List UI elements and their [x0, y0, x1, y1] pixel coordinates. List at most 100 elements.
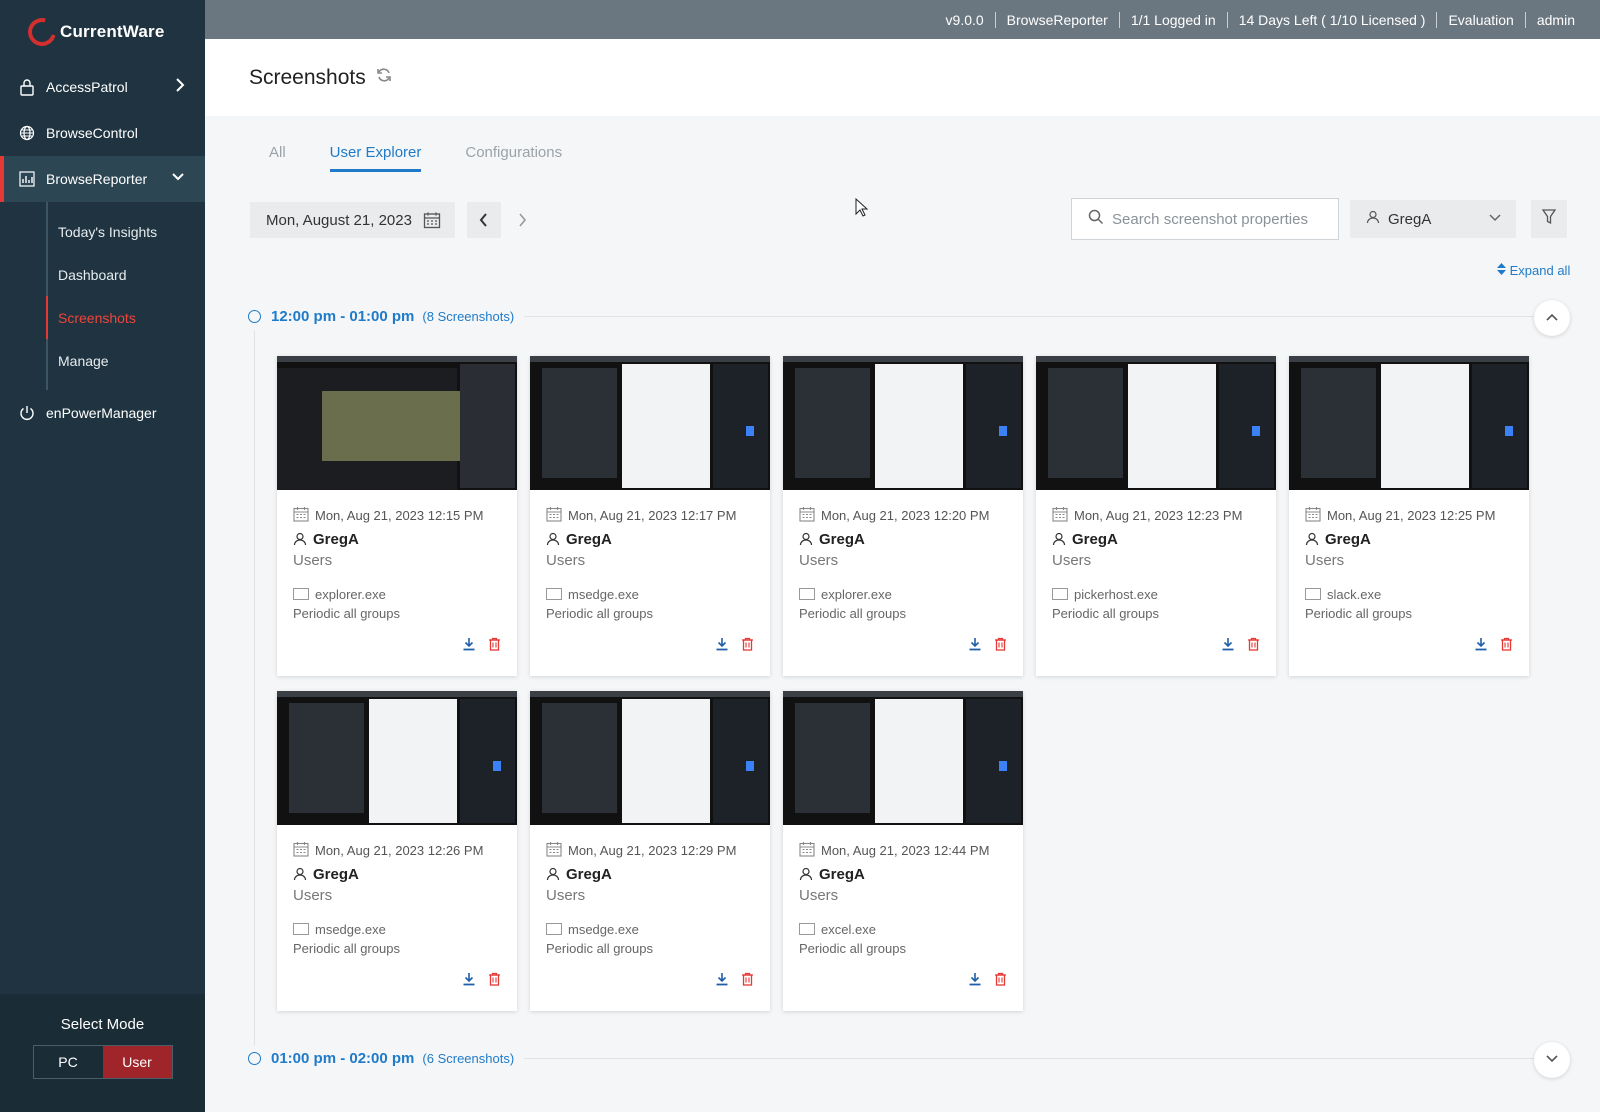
- evaluation-label[interactable]: Evaluation: [1437, 11, 1526, 28]
- download-icon[interactable]: [968, 637, 982, 656]
- calendar-icon: [546, 506, 568, 525]
- screenshot-thumbnail[interactable]: [277, 691, 517, 825]
- brand-logo[interactable]: CurrentWare: [0, 0, 205, 64]
- sidebar-subitem-screenshots[interactable]: Screenshots: [46, 296, 205, 339]
- chevron-up-icon: [1545, 309, 1559, 327]
- expand-group-button[interactable]: [1534, 1042, 1570, 1078]
- screenshot-user-group: Users: [799, 552, 839, 569]
- screenshot-card[interactable]: Mon, Aug 21, 2023 12:44 PM GregA Users exce…: [783, 691, 1023, 1011]
- sidebar-subitem-dashboard[interactable]: Dashboard: [48, 253, 205, 296]
- screenshot-datetime: Mon, Aug 21, 2023 12:23 PM: [1074, 507, 1243, 523]
- screenshot-thumbnail[interactable]: [783, 356, 1023, 490]
- sidebar-item-browsereporter[interactable]: BrowseReporter: [0, 156, 205, 202]
- sidebar-subitem-todays-insights[interactable]: Today's Insights: [48, 210, 205, 253]
- download-icon[interactable]: [715, 972, 729, 991]
- chevron-down-icon: [171, 169, 185, 185]
- search-icon: [1088, 209, 1104, 229]
- time-group-header[interactable]: 01:00 pm - 02:00 pm (6 Screenshots): [248, 1050, 1538, 1067]
- screenshot-thumbnail[interactable]: [277, 356, 517, 490]
- screenshot-card[interactable]: Mon, Aug 21, 2023 12:29 PM GregA Users msed…: [530, 691, 770, 1011]
- user-icon: [799, 867, 813, 881]
- user-icon: [293, 532, 307, 546]
- window-icon: [293, 588, 309, 600]
- sidebar-item-accesspatrol[interactable]: AccessPatrol: [0, 64, 205, 110]
- delete-icon[interactable]: [1247, 637, 1260, 656]
- logo-mark-icon: [22, 12, 62, 52]
- expand-all-button[interactable]: Expand all: [1497, 263, 1570, 278]
- screenshot-card[interactable]: Mon, Aug 21, 2023 12:23 PM GregA Users pick…: [1036, 356, 1276, 676]
- screenshot-card[interactable]: Mon, Aug 21, 2023 12:25 PM GregA Users slac…: [1289, 356, 1529, 676]
- screenshot-datetime: Mon, Aug 21, 2023 12:26 PM: [315, 842, 484, 858]
- sidebar-item-enpowermanager[interactable]: enPowerManager: [0, 390, 205, 436]
- delete-icon[interactable]: [741, 637, 754, 656]
- download-icon[interactable]: [715, 637, 729, 656]
- screenshot-thumbnail[interactable]: [530, 356, 770, 490]
- delete-icon[interactable]: [1500, 637, 1513, 656]
- download-icon[interactable]: [462, 637, 476, 656]
- sort-icon: [1497, 263, 1510, 278]
- window-icon: [799, 923, 815, 935]
- screenshot-card[interactable]: Mon, Aug 21, 2023 12:20 PM GregA Users expl…: [783, 356, 1023, 676]
- screenshot-card[interactable]: Mon, Aug 21, 2023 12:26 PM GregA Users msed…: [277, 691, 517, 1011]
- delete-icon[interactable]: [994, 972, 1007, 991]
- mode-pc-button[interactable]: PC: [34, 1046, 103, 1078]
- refresh-icon[interactable]: [376, 67, 392, 88]
- download-icon[interactable]: [968, 972, 982, 991]
- expand-all-label: Expand all: [1509, 263, 1571, 278]
- screenshot-count: (6 Screenshots): [422, 1051, 515, 1066]
- user-select-dropdown[interactable]: GregA: [1350, 200, 1516, 238]
- calendar-icon: [1052, 506, 1074, 525]
- mouse-cursor-icon: [855, 197, 869, 223]
- screenshot-thumbnail[interactable]: [1289, 356, 1529, 490]
- mode-user-button[interactable]: User: [102, 1046, 172, 1078]
- screenshot-datetime: Mon, Aug 21, 2023 12:25 PM: [1327, 507, 1496, 523]
- window-icon: [546, 588, 562, 600]
- screenshot-user-group: Users: [1052, 552, 1092, 569]
- next-day-button[interactable]: [505, 202, 539, 238]
- sidebar-item-browsecontrol[interactable]: BrowseControl: [0, 110, 205, 156]
- screenshot-datetime: Mon, Aug 21, 2023 12:20 PM: [821, 507, 990, 523]
- sidebar-subitem-manage[interactable]: Manage: [48, 339, 205, 382]
- screenshot-thumbnail[interactable]: [783, 691, 1023, 825]
- sidebar-item-label: AccessPatrol: [46, 79, 128, 95]
- screenshot-process: excel.exe: [821, 921, 876, 937]
- user-icon: [546, 867, 560, 881]
- search-input[interactable]: Search screenshot properties: [1071, 198, 1339, 240]
- screenshot-card[interactable]: Mon, Aug 21, 2023 12:17 PM GregA Users msed…: [530, 356, 770, 676]
- screenshot-datetime: Mon, Aug 21, 2023 12:29 PM: [568, 842, 737, 858]
- mode-selector: Select Mode PC User: [0, 994, 205, 1112]
- date-picker[interactable]: Mon, August 21, 2023: [250, 202, 455, 238]
- screenshot-card[interactable]: Mon, Aug 21, 2023 12:15 PM GregA Users expl…: [277, 356, 517, 676]
- sidebar-item-label: BrowseReporter: [46, 171, 148, 187]
- filter-button[interactable]: [1531, 200, 1567, 238]
- brand-name: CurrentWare: [60, 22, 165, 41]
- logged-in-label: 1/1 Logged in: [1120, 11, 1228, 28]
- tab-configurations[interactable]: Configurations: [465, 144, 562, 172]
- window-icon: [546, 923, 562, 935]
- screenshot-rule: Periodic all groups: [1305, 606, 1412, 621]
- screenshot-user: GregA: [1325, 530, 1371, 548]
- delete-icon[interactable]: [488, 972, 501, 991]
- screenshot-thumbnail[interactable]: [1036, 356, 1276, 490]
- group-timeline: [254, 330, 255, 1046]
- delete-icon[interactable]: [488, 637, 501, 656]
- previous-day-button[interactable]: [467, 202, 501, 238]
- download-icon[interactable]: [462, 972, 476, 991]
- user-icon: [293, 867, 307, 881]
- screenshot-rule: Periodic all groups: [1052, 606, 1159, 621]
- screenshot-thumbnail[interactable]: [530, 691, 770, 825]
- download-icon[interactable]: [1474, 637, 1488, 656]
- tab-all[interactable]: All: [269, 144, 286, 172]
- screenshot-rule: Periodic all groups: [546, 606, 653, 621]
- page-header: Screenshots: [205, 39, 1600, 116]
- delete-icon[interactable]: [741, 972, 754, 991]
- time-group-header[interactable]: 12:00 pm - 01:00 pm (8 Screenshots): [248, 308, 1538, 325]
- screenshot-process: msedge.exe: [315, 921, 386, 937]
- tab-user-explorer[interactable]: User Explorer: [329, 144, 422, 172]
- screenshot-user: GregA: [1072, 530, 1118, 548]
- delete-icon[interactable]: [994, 637, 1007, 656]
- collapse-group-button[interactable]: [1534, 300, 1570, 336]
- download-icon[interactable]: [1221, 637, 1235, 656]
- admin-menu[interactable]: admin: [1526, 12, 1586, 28]
- filter-icon: [1541, 208, 1557, 230]
